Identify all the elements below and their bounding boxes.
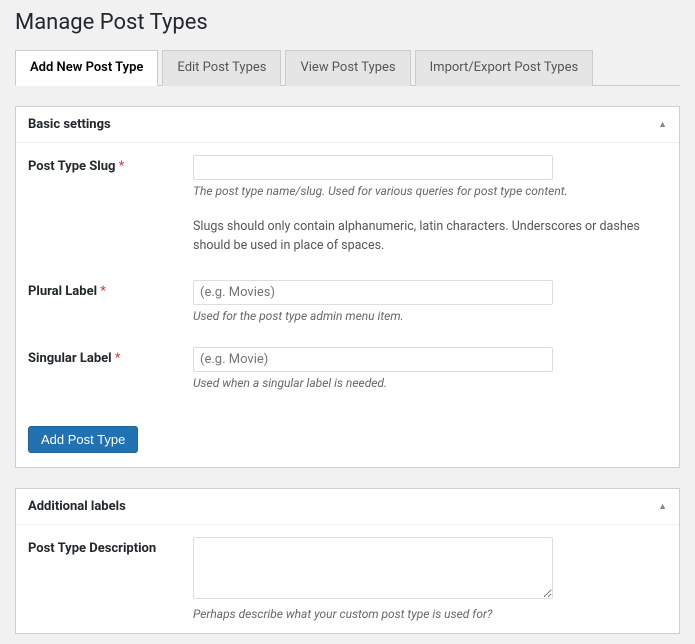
panel-additional-labels: Additional labels ▲ Post Type Descriptio…: [15, 488, 680, 634]
label-singular: Singular Label *: [28, 347, 193, 366]
page-title: Manage Post Types: [15, 10, 680, 35]
label-slug: Post Type Slug *: [28, 155, 193, 174]
input-singular[interactable]: [193, 347, 553, 372]
field-row-description: Post Type Description Perhaps describe w…: [28, 537, 667, 621]
input-plural[interactable]: [193, 280, 553, 305]
collapse-icon: ▲: [658, 119, 667, 130]
field-row-plural: Plural Label * Used for the post type ad…: [28, 280, 667, 323]
help-slug: The post type name/slug. Used for variou…: [193, 184, 667, 198]
required-marker: *: [100, 284, 106, 299]
tab-edit[interactable]: Edit Post Types: [162, 50, 281, 86]
panel-additional-header[interactable]: Additional labels ▲: [16, 489, 679, 525]
add-post-type-button[interactable]: Add Post Type: [28, 426, 138, 453]
tab-import-export[interactable]: Import/Export Post Types: [415, 50, 594, 86]
panel-additional-body: Post Type Description Perhaps describe w…: [16, 525, 679, 633]
label-plural: Plural Label *: [28, 280, 193, 299]
required-marker: *: [115, 351, 121, 366]
input-slug[interactable]: [193, 155, 553, 180]
help-slug-extra: Slugs should only contain alphanumeric, …: [193, 218, 667, 256]
help-plural: Used for the post type admin menu item.: [193, 309, 667, 323]
label-description: Post Type Description: [28, 537, 193, 556]
panel-basic-header[interactable]: Basic settings ▲: [16, 107, 679, 143]
required-marker: *: [119, 159, 125, 174]
tabs: Add New Post Type Edit Post Types View P…: [15, 49, 680, 86]
panel-basic-settings: Basic settings ▲ Post Type Slug * The po…: [15, 106, 680, 468]
help-singular: Used when a singular label is needed.: [193, 376, 667, 390]
panel-basic-body: Post Type Slug * The post type name/slug…: [16, 143, 679, 426]
textarea-description[interactable]: [193, 537, 553, 599]
field-row-singular: Singular Label * Used when a singular la…: [28, 347, 667, 390]
tab-add-new[interactable]: Add New Post Type: [15, 50, 158, 86]
panel-additional-title: Additional labels: [28, 499, 126, 514]
field-row-slug: Post Type Slug * The post type name/slug…: [28, 155, 667, 256]
collapse-icon: ▲: [658, 501, 667, 512]
help-description: Perhaps describe what your custom post t…: [193, 607, 667, 621]
tab-view[interactable]: View Post Types: [285, 50, 410, 86]
panel-basic-title: Basic settings: [28, 117, 111, 132]
